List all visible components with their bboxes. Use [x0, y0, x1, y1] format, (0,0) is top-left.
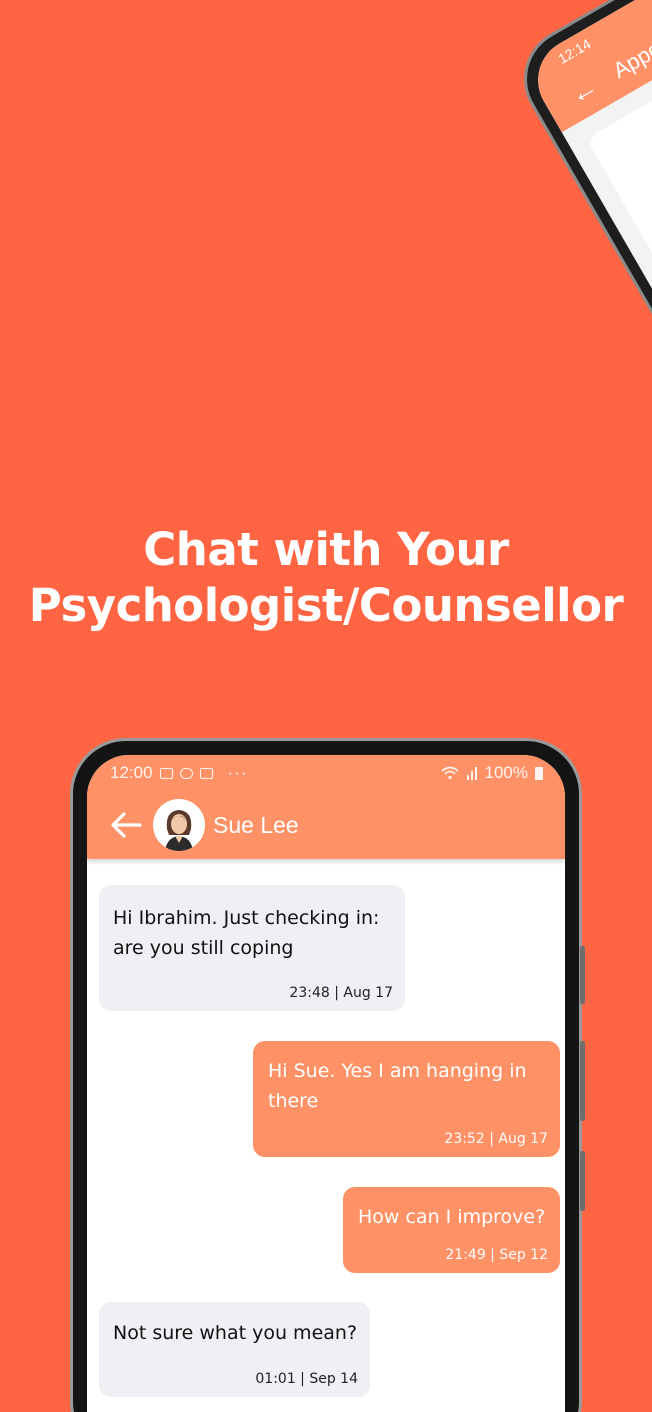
message-text: Hi Ibrahim. Just checking in: are you st…	[113, 907, 380, 959]
contact-name[interactable]: Sue Lee	[213, 812, 299, 839]
status-time: 12:00	[110, 763, 153, 782]
message-bubble-incoming[interactable]: Hi Ibrahim. Just checking in: are you st…	[99, 885, 405, 1011]
calendar-icon	[199, 767, 213, 779]
chat-screen: 12:00 ··· 100% Sue Lee Hi Ibrahim. Just …	[87, 755, 565, 1412]
more-notifications-icon: ···	[227, 763, 248, 782]
battery-percent: 100%	[484, 763, 528, 782]
message-bubble-incoming[interactable]: Not sure what you mean? 01:01 | Sep 14	[99, 1302, 370, 1397]
message-text: Not sure what you mean?	[113, 1322, 358, 1344]
status-left: 12:00 ···	[110, 763, 248, 783]
message-bubble-outgoing[interactable]: Hi Sue. Yes I am hanging in there 23:52 …	[253, 1041, 560, 1157]
message-bubble-outgoing[interactable]: How can I improve? 21:49 | Sep 12	[343, 1187, 560, 1273]
arrow-left-icon[interactable]: ←	[564, 70, 604, 112]
message-text: Hi Sue. Yes I am hanging in there	[268, 1060, 527, 1112]
phone-mockup: 12:00 ··· 100% Sue Lee Hi Ibrahim. Just …	[70, 738, 585, 1412]
status-bar: 12:00 ··· 100%	[87, 755, 565, 791]
headline-line-1: Chat with Your	[143, 523, 509, 576]
message-list: Hi Ibrahim. Just checking in: are you st…	[87, 859, 565, 1397]
arrow-left-icon	[111, 812, 142, 838]
power-button	[580, 1041, 585, 1121]
message-timestamp: 21:49 | Sep 12	[445, 1247, 548, 1263]
tilted-phone-mockup: 12:14 ← Appoi	[505, 0, 652, 545]
message-timestamp: 23:48 | Aug 17	[289, 985, 393, 1001]
contact-avatar-icon	[153, 799, 205, 851]
wifi-icon	[440, 766, 459, 780]
image-icon	[159, 767, 173, 779]
avatar[interactable]	[153, 799, 205, 851]
cloud-icon	[179, 767, 193, 779]
side-button	[580, 1151, 585, 1211]
headline-line-2: Psychologist/Counsellor	[28, 579, 624, 632]
chat-header: Sue Lee	[87, 791, 565, 859]
message-text: How can I improve?	[358, 1206, 546, 1228]
message-timestamp: 01:01 | Sep 14	[255, 1371, 358, 1387]
tilted-phone-screen: 12:14 ← Appoi	[522, 0, 652, 528]
app-bar: 12:00 ··· 100% Sue Lee	[87, 755, 565, 859]
status-right: 100%	[440, 763, 543, 783]
volume-button	[580, 946, 585, 1004]
message-timestamp: 23:52 | Aug 17	[444, 1131, 548, 1147]
back-button[interactable]	[109, 808, 143, 842]
signal-icon	[466, 767, 477, 780]
battery-icon	[535, 766, 543, 780]
promo-screen: 12:14 ← Appoi Chat with Your Psychologis…	[0, 0, 652, 1412]
promo-headline: Chat with Your Psychologist/Counsellor	[0, 522, 652, 634]
